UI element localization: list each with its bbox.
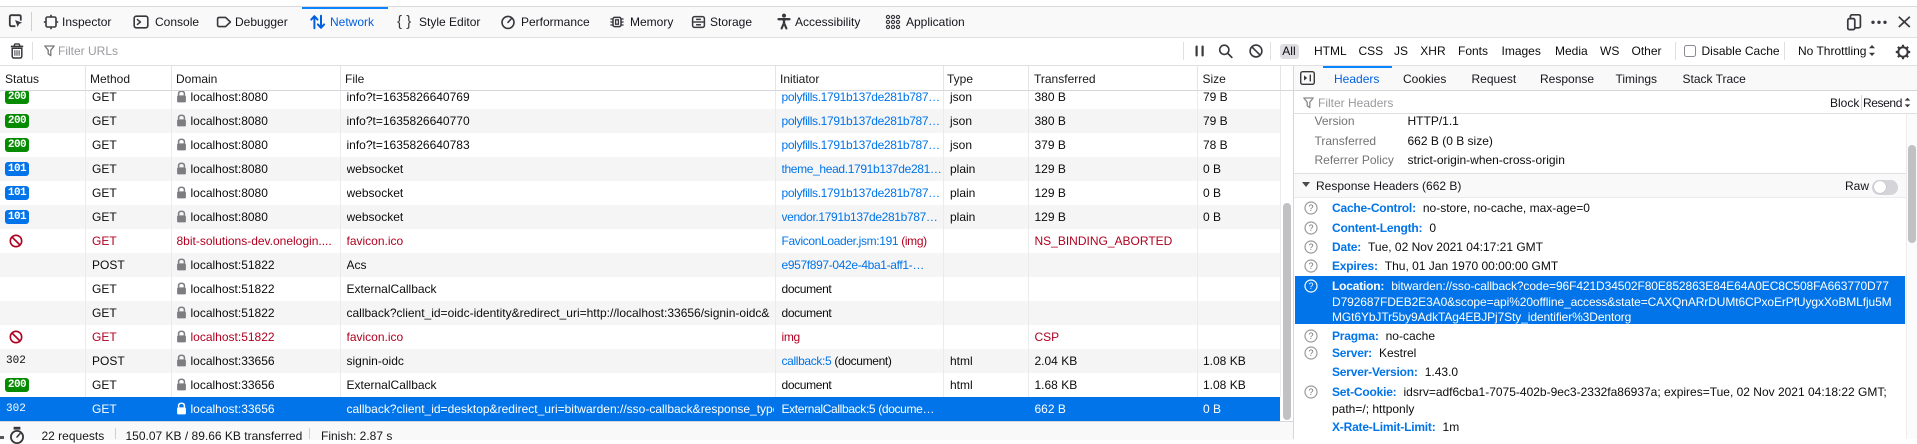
svg-text:?: ? [1308, 387, 1313, 397]
svg-text:?: ? [1308, 331, 1313, 341]
svg-text:?: ? [1308, 223, 1313, 233]
svg-text:?: ? [1308, 261, 1313, 271]
svg-text:?: ? [1308, 242, 1313, 252]
svg-text:?: ? [1308, 348, 1313, 358]
svg-text:?: ? [1308, 203, 1313, 213]
svg-text:?: ? [1308, 281, 1313, 291]
